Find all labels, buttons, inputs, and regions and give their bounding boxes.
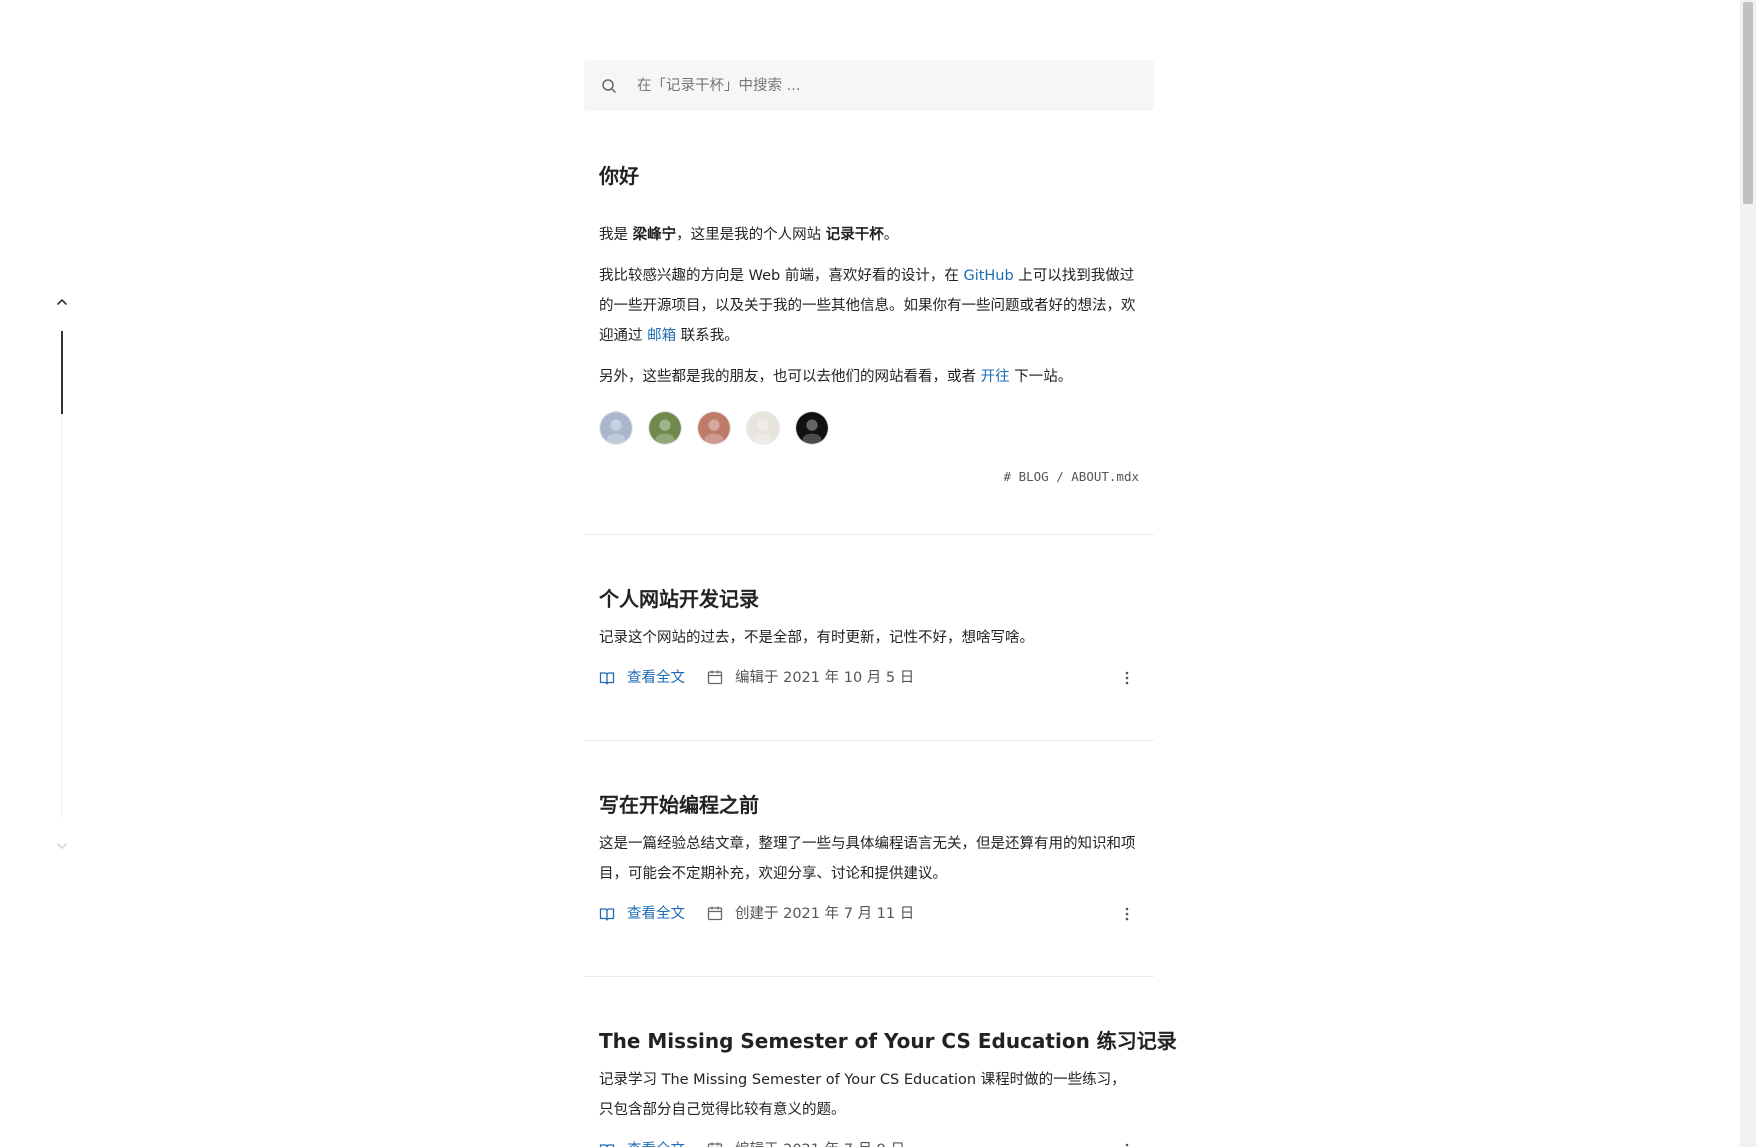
post-description: 记录这个网站的过去，不是全部，有时更新，记性不好，想啥写啥。 (599, 630, 1034, 646)
about-intro-paragraph: 我是 梁峰宁，这里是我的个人网站 记录干杯。 (599, 227, 899, 243)
scroll-up-chevron-icon[interactable] (55, 294, 69, 308)
scroll-down-chevron-icon[interactable] (55, 838, 69, 852)
friend-avatar-4[interactable] (746, 411, 780, 445)
post-description: 记录学习 The Missing Semester of Your CS Edu… (599, 1072, 1126, 1118)
search-icon (601, 78, 617, 94)
search-input[interactable] (635, 70, 1139, 102)
calendar-icon (707, 905, 723, 921)
about-friends-paragraph: 另外，这些都是我的朋友，也可以去他们的网站看看，或者 开往 下一站。 (599, 369, 1073, 385)
post-description: 这是一篇经验总结文章，整理了一些与具体编程语言无关，但是还算有用的知识和项目，可… (599, 836, 1136, 882)
divider (584, 976, 1154, 977)
friend-avatar-5[interactable] (795, 411, 829, 445)
calendar-icon (707, 1141, 723, 1147)
email-link[interactable]: 邮箱 (647, 328, 676, 344)
divider (584, 534, 1154, 535)
book-open-icon (599, 906, 615, 922)
about-interest-paragraph: 我比较感兴趣的方向是 Web 前端，喜欢好看的设计，在 GitHub 上可以找到… (599, 268, 1136, 344)
post-title[interactable]: 个人网站开发记录 (599, 583, 759, 612)
friend-avatar-1[interactable] (599, 411, 633, 445)
friend-avatar-2[interactable] (648, 411, 682, 445)
friend-avatar-3[interactable] (697, 411, 731, 445)
post-date: 创建于 2021 年 7 月 11 日 (735, 906, 915, 922)
book-open-icon (599, 670, 615, 686)
post-meta: 查看全文 创建于 2021 年 7 月 11 日 (599, 903, 1139, 925)
more-vertical-icon[interactable] (1119, 906, 1135, 922)
divider (584, 740, 1154, 741)
about-title: 你好 (599, 164, 639, 188)
github-link[interactable]: GitHub (963, 268, 1013, 284)
more-vertical-icon[interactable] (1119, 670, 1135, 686)
calendar-icon (707, 669, 723, 685)
post-title[interactable]: 写在开始编程之前 (599, 789, 759, 818)
scrollbar-thumb[interactable] (1743, 2, 1753, 204)
read-full-link[interactable]: 查看全文 (627, 667, 685, 689)
post-date: 编辑于 2021 年 7 月 9 日 (735, 1139, 905, 1147)
post-meta: 查看全文 编辑于 2021 年 7 月 9 日 (599, 1139, 1139, 1147)
more-vertical-icon[interactable] (1119, 1142, 1135, 1147)
progress-indicator (61, 331, 63, 414)
book-open-icon (599, 1142, 615, 1147)
post-meta: 查看全文 编辑于 2021 年 10 月 5 日 (599, 667, 1139, 689)
author-name: 梁峰宁 (632, 227, 677, 243)
file-path-label: # BLOG / ABOUT.mdx (1003, 469, 1139, 484)
post-date: 编辑于 2021 年 10 月 5 日 (735, 670, 915, 686)
travel-link[interactable]: 开往 (981, 369, 1010, 385)
search-bar[interactable] (584, 60, 1154, 111)
site-name: 记录干杯 (825, 227, 884, 243)
read-full-link[interactable]: 查看全文 (627, 1139, 685, 1147)
read-full-link[interactable]: 查看全文 (627, 903, 685, 925)
friend-avatars (599, 411, 829, 445)
page: 你好 我是 梁峰宁，这里是我的个人网站 记录干杯。 我比较感兴趣的方向是 Web… (0, 0, 1756, 1147)
post-title[interactable]: The Missing Semester of Your CS Educatio… (599, 1025, 1177, 1054)
